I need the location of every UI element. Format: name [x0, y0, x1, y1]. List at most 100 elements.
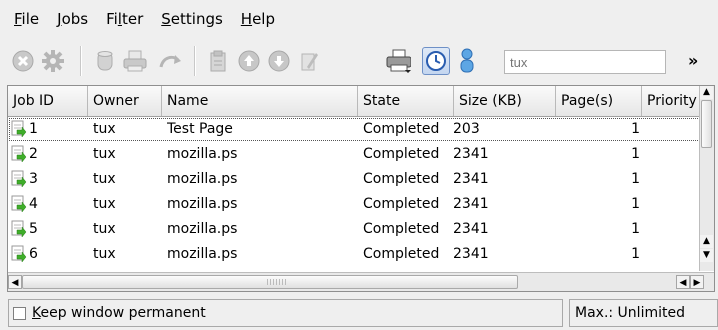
horizontal-scroll-thumb[interactable]: [22, 275, 518, 289]
name-cell: mozilla.ps: [167, 246, 238, 262]
settings-icon: [42, 50, 64, 72]
menu-settings[interactable]: Settings: [147, 10, 223, 28]
redirect-job-button[interactable]: [158, 48, 184, 74]
scroll-up-button[interactable]: ▲: [700, 86, 713, 99]
cancel-job-button[interactable]: [10, 48, 36, 74]
pages-cell: 1: [631, 171, 640, 187]
job-id-cell: 5: [11, 217, 85, 242]
table-row[interactable]: 5 tux mozilla.ps Completed 2341 1: [8, 217, 703, 242]
clipboard-icon: [210, 50, 226, 72]
menu-jobs[interactable]: Jobs: [43, 10, 88, 28]
job-completed-icon: [11, 170, 27, 188]
table-row[interactable]: 2 tux mozilla.ps Completed 2341 1: [8, 142, 703, 167]
checkbox-box[interactable]: [13, 306, 26, 320]
scroll-left-button[interactable]: ◀: [8, 275, 22, 289]
state-cell: Completed: [363, 171, 440, 187]
size-cell: 2341: [453, 221, 489, 237]
column-header-state[interactable]: State: [358, 86, 454, 116]
job-table: Job ID Owner Name State Size (KB) Page(s…: [7, 85, 715, 292]
job-settings-button[interactable]: [40, 48, 66, 74]
column-header-job-id[interactable]: Job ID: [8, 86, 88, 116]
user-filter-button[interactable]: [454, 48, 480, 74]
job-id-text: 5: [29, 221, 38, 237]
scroll-down-button[interactable]: ▼: [700, 249, 713, 262]
name-cell: mozilla.ps: [167, 196, 238, 212]
job-id-text: 1: [29, 121, 38, 137]
cancel-job-icon: [12, 50, 34, 72]
move-up-icon: [238, 50, 260, 72]
user-icon: [460, 48, 474, 73]
edit-icon: [301, 53, 318, 71]
redirect-job-icon: [159, 55, 181, 68]
scroll-up-button-lower[interactable]: ▲: [700, 235, 713, 248]
job-completed-icon: [11, 120, 27, 138]
menu-filter[interactable]: Filter: [92, 10, 143, 28]
menubar: File Jobs Filter Settings Help: [0, 0, 718, 38]
name-cell: mozilla.ps: [167, 171, 238, 187]
toolbar-separator: [80, 46, 82, 76]
pages-cell: 1: [631, 196, 640, 212]
job-id-cell: 2: [11, 142, 85, 167]
timer-icon: [426, 51, 446, 71]
job-id-text: 4: [29, 196, 38, 212]
printer-select-button[interactable]: [385, 48, 411, 74]
print-job-icon: [123, 50, 147, 72]
refresh-timer-button[interactable]: [422, 47, 450, 75]
name-cell: mozilla.ps: [167, 146, 238, 162]
menu-help[interactable]: Help: [227, 10, 275, 28]
pages-cell: 1: [631, 246, 640, 262]
job-id-cell: 3: [11, 167, 85, 192]
job-id-text: 2: [29, 146, 38, 162]
menu-file[interactable]: File: [0, 10, 39, 28]
vertical-scroll-thumb[interactable]: [701, 100, 712, 148]
horizontal-scrollbar[interactable]: ◀ ◀ ▶: [8, 272, 714, 291]
state-cell: Completed: [363, 146, 440, 162]
scroll-left-button-right[interactable]: ◀: [676, 275, 690, 289]
toolbar: »: [0, 38, 718, 88]
keep-window-permanent-checkbox[interactable]: Keep window permanent: [8, 299, 563, 327]
state-cell: Completed: [363, 221, 440, 237]
size-cell: 2341: [453, 171, 489, 187]
table-row[interactable]: 1 tux Test Page Completed 203 1: [8, 117, 703, 142]
scroll-right-button[interactable]: ▶: [690, 275, 704, 289]
owner-cell: tux: [93, 196, 116, 212]
job-completed-icon: [11, 245, 27, 263]
size-cell: 2341: [453, 246, 489, 262]
job-id-cell: 6: [11, 242, 85, 267]
job-id-cell: 4: [11, 192, 85, 217]
column-header-pages[interactable]: Page(s): [556, 86, 642, 116]
vertical-scrollbar[interactable]: ▲ ▲ ▼: [699, 86, 714, 271]
name-cell: Test Page: [167, 121, 233, 137]
print-job-button[interactable]: [122, 48, 148, 74]
owner-cell: tux: [93, 171, 116, 187]
column-header-name[interactable]: Name: [162, 86, 358, 116]
edit-button[interactable]: [296, 48, 322, 74]
table-row[interactable]: 4 tux mozilla.ps Completed 2341 1: [8, 192, 703, 217]
max-jobs-label: Max.: Unlimited: [569, 299, 718, 327]
size-cell: 203: [453, 121, 480, 137]
pages-cell: 1: [631, 121, 640, 137]
move-down-button[interactable]: [266, 48, 292, 74]
name-cell: mozilla.ps: [167, 221, 238, 237]
owner-cell: tux: [93, 246, 116, 262]
job-info-button[interactable]: [205, 48, 231, 74]
table-row[interactable]: 3 tux mozilla.ps Completed 2341 1: [8, 167, 703, 192]
owner-cell: tux: [93, 121, 116, 137]
status-bar: Keep window permanent Max.: Unlimited: [0, 296, 718, 330]
column-header-owner[interactable]: Owner: [88, 86, 162, 116]
owner-cell: tux: [93, 146, 116, 162]
job-id-cell: 1: [11, 117, 85, 142]
hold-job-icon: [97, 51, 113, 71]
size-cell: 2341: [453, 196, 489, 212]
move-up-button[interactable]: [236, 48, 262, 74]
toolbar-separator: [194, 46, 196, 76]
pages-cell: 1: [631, 146, 640, 162]
job-id-text: 3: [29, 171, 38, 187]
toolbar-overflow-button[interactable]: »: [678, 51, 718, 75]
column-header-size[interactable]: Size (KB): [454, 86, 556, 116]
state-cell: Completed: [363, 246, 440, 262]
state-cell: Completed: [363, 121, 440, 137]
table-row[interactable]: 6 tux mozilla.ps Completed 2341 1: [8, 242, 703, 267]
hold-job-button[interactable]: [92, 48, 118, 74]
user-filter-input[interactable]: [504, 50, 666, 74]
